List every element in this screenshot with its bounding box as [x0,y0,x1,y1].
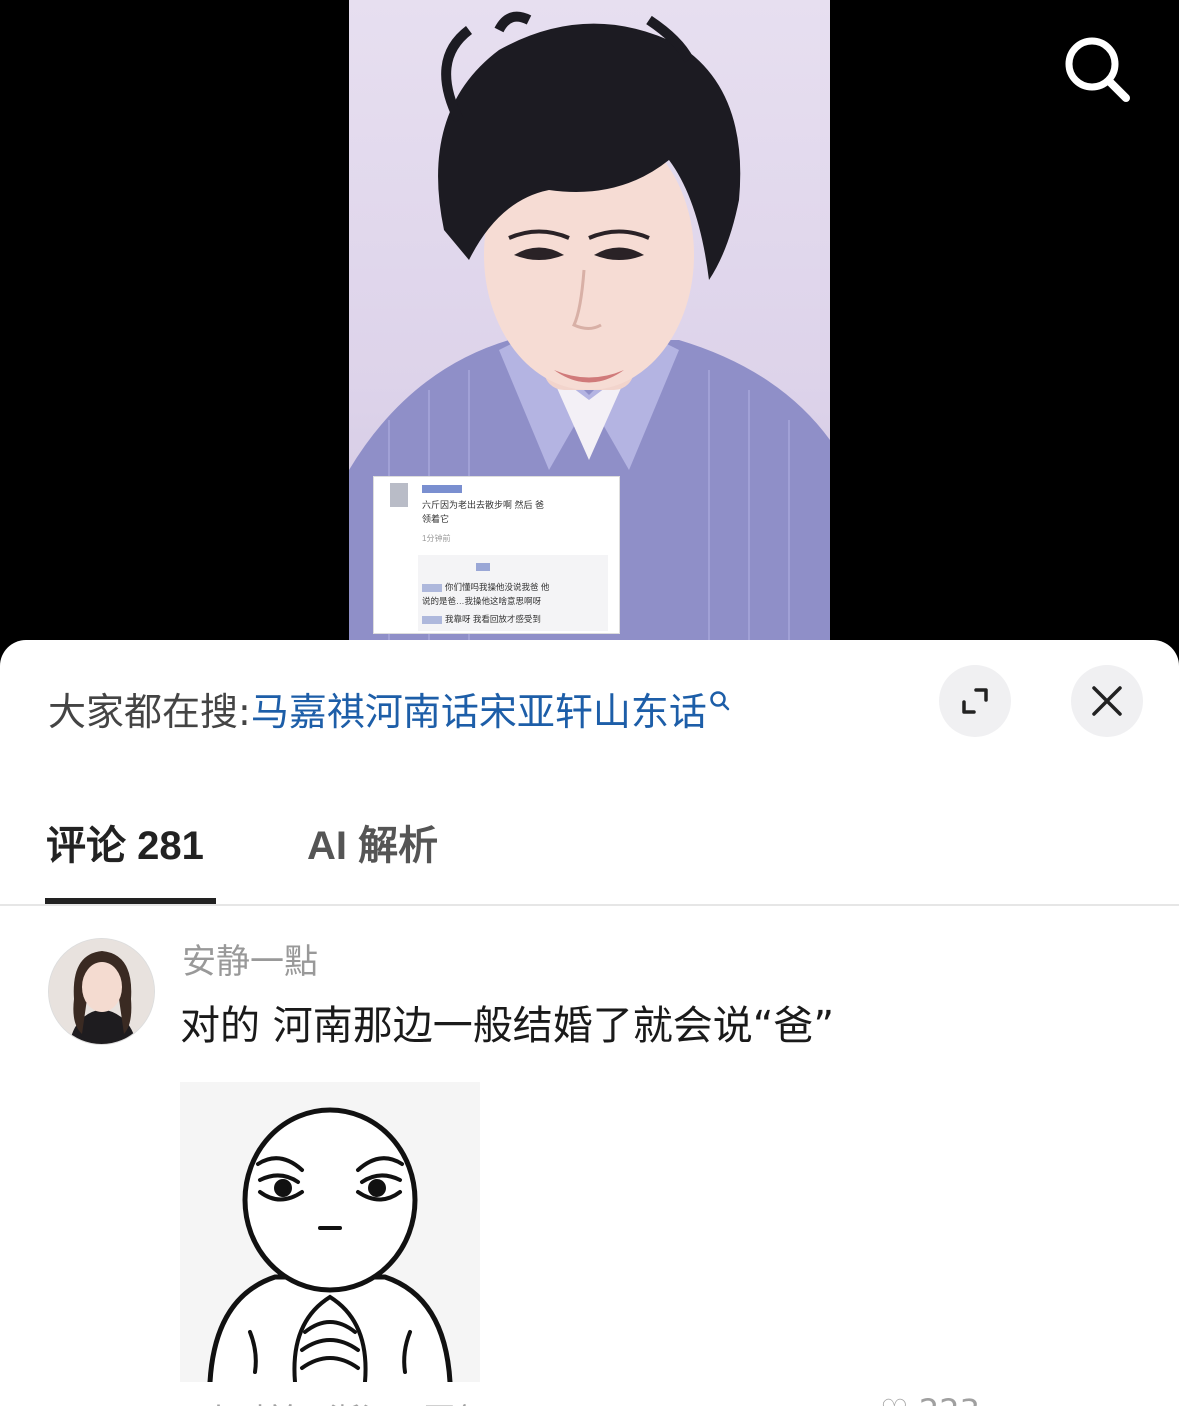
expand-icon [962,688,988,714]
overlay-reply-line-3: 我靠呀 我看回放才感受到 [422,613,541,625]
thinking-face-sticker [180,1082,480,1385]
overlay-line-2: 领着它 [422,514,450,524]
hot-search-magnifier-icon [710,691,730,711]
overlay-line-1: 六斤因为老出去散步啊 然后 爸 [422,500,545,510]
hot-search-bar: 大家都在搜:马嘉祺河南话宋亚轩山东话 [48,688,731,736]
comment-username[interactable]: 安静一點 [182,940,318,984]
avatar[interactable] [48,938,155,1045]
overlay-reply-line-1: 你们懂吗我操他没说我爸 他 [422,581,549,593]
search-button[interactable] [1058,30,1138,110]
like-count: 223 [919,1392,980,1406]
expand-button[interactable] [939,665,1011,737]
overlay-name-blur [422,485,462,493]
hot-search-link[interactable]: 马嘉祺河南话宋亚轩山东话 [251,690,707,734]
comment-sheet: 大家都在搜:马嘉祺河南话宋亚轩山东话 评论 281 AI 解析 安静一點 对的 … [0,640,1179,1406]
comment-item: 安静一點 对的 河南那边一般结婚了就会说“爸” [0,930,1179,1406]
close-icon [1092,686,1122,716]
comment-text: 对的 河南那边一般结婚了就会说“爸” [180,1003,835,1049]
screenshot-overlay: 六斤因为老出去散步啊 然后 爸 领着它 1分钟前 你们懂吗我操他没说我爸 他 说… [373,476,620,634]
overlay-time: 1分钟前 [422,534,451,543]
comment-meta: 3小时前 · 浙江 · 回复 [182,1395,487,1406]
video-frame[interactable]: 六斤因为老出去散步啊 然后 爸 领着它 1分钟前 你们懂吗我操他没说我爸 他 说… [349,0,830,640]
hot-search-prefix: 大家都在搜: [48,690,251,734]
overlay-avatar [390,483,408,507]
tab-comments[interactable]: 评论 281 [46,820,204,872]
close-button[interactable] [1071,665,1143,737]
avatar-image [49,939,154,1044]
search-icon [1065,37,1130,102]
like-button[interactable]: ♡ 223 [880,1392,980,1406]
heart-icon: ♡ [880,1392,909,1406]
sticker-image[interactable] [180,1082,480,1385]
overlay-reply-box: 你们懂吗我操他没说我爸 他 说的是爸…我操他这啥意思啊呀 我靠呀 我看回放才感受… [418,555,608,631]
tab-bar: 评论 281 AI 解析 [0,790,1179,906]
tab-ai-analysis[interactable]: AI 解析 [307,820,438,872]
overlay-reply-name-blur [476,563,490,571]
overlay-reply-line-2: 说的是爸…我操他这啥意思啊呀 [422,596,542,606]
tab-active-indicator [45,898,216,904]
video-player[interactable]: 六斤因为老出去散步啊 然后 爸 领着它 1分钟前 你们懂吗我操他没说我爸 他 说… [0,0,1179,660]
